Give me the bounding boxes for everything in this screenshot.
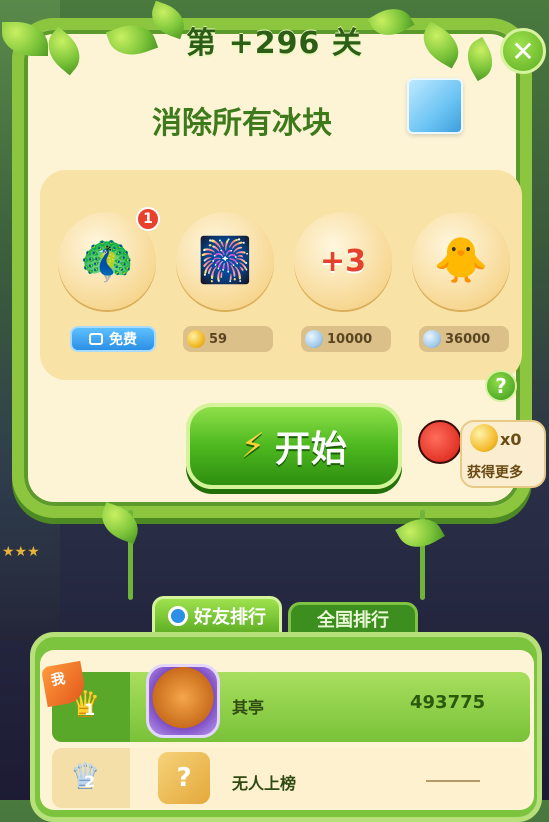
gold-coin-icon	[187, 330, 205, 348]
animal-pair-icon: 🐥	[433, 235, 489, 286]
get-more-label: 获得更多	[467, 465, 523, 481]
price-animal-pair[interactable]: 36000	[419, 326, 509, 352]
question-icon: ?	[495, 374, 507, 398]
tab-label: 好友排行	[194, 607, 266, 628]
booster-plus-three[interactable]: +3	[294, 212, 392, 310]
ice-block-icon	[407, 78, 463, 134]
avatar[interactable]	[146, 664, 220, 738]
price-value: 59	[209, 331, 228, 347]
price-rocket[interactable]: 59	[183, 326, 273, 352]
booster-animal-pair[interactable]: 🐥	[412, 212, 510, 310]
player-score: 493775	[410, 692, 486, 713]
rainbow-bird-icon: 🦚	[79, 235, 135, 286]
level-title: 第 +296 关	[186, 26, 363, 61]
help-button[interactable]: ?	[485, 370, 517, 402]
empty-score-dash	[426, 780, 480, 782]
tab-label: 全国排行	[317, 610, 389, 631]
close-icon: ✕	[511, 34, 535, 68]
ladybug-icon	[418, 420, 462, 464]
start-button[interactable]: ⚡ 开始	[186, 403, 402, 489]
price-value: 10000	[327, 331, 373, 347]
question-icon: ?	[176, 763, 192, 793]
player-name: 其亭	[232, 698, 265, 717]
placeholder-avatar: ?	[158, 752, 210, 804]
plus-three-icon: +3	[319, 243, 366, 279]
close-button[interactable]: ✕	[500, 28, 546, 74]
notification-badge: 1	[136, 207, 160, 231]
rocket-icon: 🎆	[197, 235, 253, 286]
silver-coin-icon	[305, 330, 323, 348]
goal-text: 消除所有冰块	[152, 106, 332, 141]
lightning-icon: ⚡	[241, 426, 265, 466]
silver-coin-icon	[423, 330, 441, 348]
rank-number: 2	[84, 772, 96, 791]
video-icon	[89, 333, 103, 345]
price-value: 36000	[445, 331, 491, 347]
player-name: 无人上榜	[232, 774, 297, 793]
item-count: x0	[500, 430, 522, 449]
free-video-button[interactable]: 免费	[70, 326, 156, 352]
booster-rocket[interactable]: 🎆	[176, 212, 274, 310]
refresh-icon	[168, 606, 188, 626]
tab-friends-ranking[interactable]: 好友排行	[152, 596, 282, 636]
me-label: 我	[49, 670, 67, 690]
free-label: 免费	[109, 332, 137, 348]
star-icons: ★★★	[2, 544, 40, 560]
rank-number: 1	[84, 700, 96, 719]
tab-national-ranking[interactable]: 全国排行	[288, 602, 418, 636]
price-plus-three[interactable]: 10000	[301, 326, 391, 352]
start-label: 开始	[274, 429, 347, 470]
gold-item-icon	[470, 424, 498, 452]
